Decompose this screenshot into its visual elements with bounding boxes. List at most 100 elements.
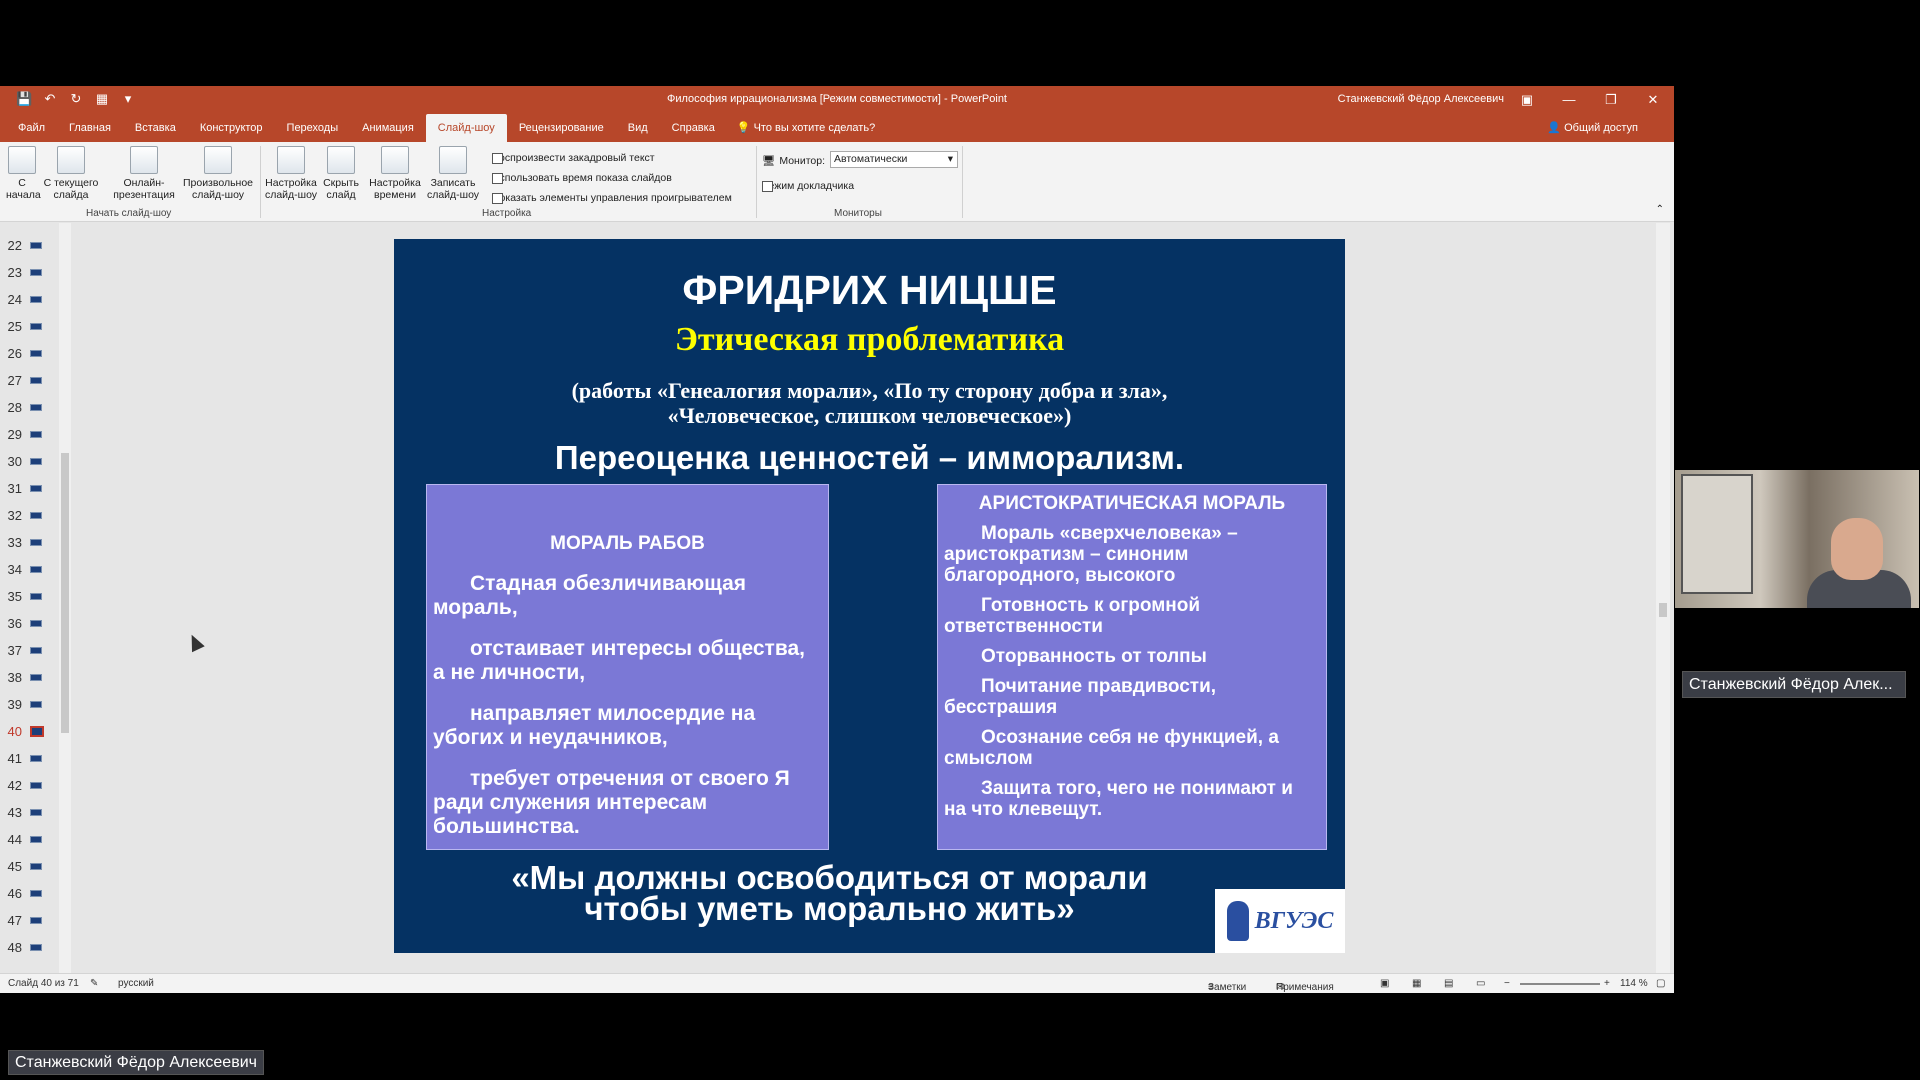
- tab-slideshow[interactable]: Слайд-шоу: [425, 114, 507, 142]
- thumbnail-preview: [30, 566, 42, 573]
- thumbnail-number: 38: [7, 670, 22, 685]
- thumbnail-item[interactable]: 27: [0, 366, 50, 393]
- thumbnail-number: 37: [7, 643, 22, 658]
- thumbnail-item[interactable]: 35: [0, 582, 50, 609]
- hide-slide-button[interactable]: Скрыть слайд: [320, 146, 362, 201]
- thumbnail-preview: [30, 836, 42, 843]
- online-presentation-button[interactable]: Онлайн-презентация: [108, 146, 180, 201]
- tab-transitions[interactable]: Переходы: [275, 114, 351, 142]
- tab-home[interactable]: Главная: [57, 114, 123, 142]
- thumbnail-item[interactable]: 45: [0, 852, 50, 879]
- tab-file[interactable]: Файл: [6, 114, 57, 142]
- reading-view-icon[interactable]: ▤: [1444, 978, 1453, 989]
- thumbnail-item[interactable]: 29: [0, 420, 50, 447]
- list-item: отстаивает интересы общества, а не лично…: [433, 637, 805, 684]
- thumbnail-item[interactable]: 23: [0, 258, 50, 285]
- slide-scrollbar[interactable]: [1656, 223, 1670, 973]
- thumbnail-item[interactable]: 34: [0, 555, 50, 582]
- scrollbar-thumb[interactable]: [1659, 603, 1667, 617]
- logo-emblem-icon: [1226, 901, 1249, 941]
- thumbnail-item[interactable]: 48: [0, 933, 50, 960]
- rehearse-timings-button[interactable]: Настройка времени: [366, 146, 424, 201]
- show-media-controls-checkbox[interactable]: ✓ Показать элементы управления проигрыват…: [492, 192, 732, 204]
- use-timings-checkbox[interactable]: ✓ Использовать время показа слайдов: [492, 172, 672, 184]
- restore-icon[interactable]: ❐: [1590, 86, 1632, 114]
- normal-view-icon[interactable]: ▣: [1380, 978, 1389, 989]
- thumbnail-scrollbar[interactable]: [59, 223, 71, 973]
- zoom-level[interactable]: 114 %: [1620, 978, 1648, 989]
- setup-show-label: Настройка слайд-шоу: [264, 177, 318, 201]
- thumbnail-item[interactable]: 43: [0, 798, 50, 825]
- list-item: Защита того, чего не понимают и на что к…: [944, 778, 1293, 820]
- thumbnail-item[interactable]: 33: [0, 528, 50, 555]
- ribbon-display-icon[interactable]: ▣: [1506, 86, 1548, 114]
- tell-me-search[interactable]: 💡 Что вы хотите сделать?: [727, 114, 875, 142]
- quote-line-1: «Мы должны освободиться от морали: [511, 859, 1148, 896]
- monitor-value: Автоматически: [834, 153, 908, 165]
- tab-animations[interactable]: Анимация: [350, 114, 426, 142]
- presenter-view-checkbox[interactable]: ✓ Режим докладчика: [762, 180, 854, 192]
- zoom-out-icon[interactable]: −: [1504, 978, 1510, 989]
- thumbnail-item[interactable]: 44: [0, 825, 50, 852]
- person-icon: 👤: [1547, 122, 1562, 134]
- thumbnail-item[interactable]: 40: [0, 717, 50, 744]
- thumbnail-item[interactable]: 22: [0, 231, 50, 258]
- thumbnail-item[interactable]: 26: [0, 339, 50, 366]
- thumbnail-number: 26: [7, 346, 22, 361]
- ribbon-separator: [756, 146, 757, 218]
- thumbnail-item[interactable]: 36: [0, 609, 50, 636]
- checkbox-checked-icon: ✓: [492, 172, 503, 184]
- signed-in-user[interactable]: Станжевский Фёдор Алексеевич: [1338, 93, 1504, 105]
- custom-show-button[interactable]: Произвольное слайд-шоу: [180, 146, 256, 201]
- tab-insert[interactable]: Вставка: [123, 114, 188, 142]
- from-beginning-button[interactable]: С начала: [6, 146, 41, 201]
- slide-works: (работы «Генеалогия морали», «По ту стор…: [394, 378, 1345, 428]
- tab-help[interactable]: Справка: [660, 114, 727, 142]
- thumbnail-preview: [30, 809, 42, 816]
- spellcheck-icon[interactable]: ✎: [90, 978, 98, 989]
- list-item: Осознание себя не функцией, а смыслом: [944, 727, 1279, 769]
- thumbnail-item[interactable]: 41: [0, 744, 50, 771]
- thumbnail-item[interactable]: 24: [0, 285, 50, 312]
- collapse-ribbon-icon[interactable]: ⌃: [1656, 204, 1664, 215]
- slide-sorter-icon[interactable]: ▦: [1412, 978, 1421, 989]
- record-show-button[interactable]: Записать слайд-шоу: [424, 146, 482, 201]
- ribbon: С начала С текущего слайда Онлайн-презен…: [0, 142, 1674, 222]
- thumbnail-item[interactable]: 32: [0, 501, 50, 528]
- zoom-slider[interactable]: [1520, 983, 1600, 985]
- thumbnail-item[interactable]: 46: [0, 879, 50, 906]
- tab-view[interactable]: Вид: [616, 114, 660, 142]
- thumbnail-item[interactable]: 42: [0, 771, 50, 798]
- thumbnail-item[interactable]: 28: [0, 393, 50, 420]
- thumbnail-item[interactable]: 30: [0, 447, 50, 474]
- thumbnail-item[interactable]: 47: [0, 906, 50, 933]
- zoom-in-icon[interactable]: +: [1604, 978, 1610, 989]
- thumbnail-number: 24: [7, 292, 22, 307]
- checkbox-checked-icon: ✓: [492, 192, 503, 204]
- minimize-icon[interactable]: —: [1548, 86, 1590, 114]
- thumbnail-item[interactable]: 25: [0, 312, 50, 339]
- play-narrations-checkbox[interactable]: ✓ Воспроизвести закадровый текст: [492, 152, 655, 164]
- thumbnail-number: 30: [7, 454, 22, 469]
- setup-show-button[interactable]: Настройка слайд-шоу: [264, 146, 318, 201]
- close-icon[interactable]: ✕: [1632, 86, 1674, 114]
- thumbnail-preview: [30, 539, 42, 546]
- scrollbar-thumb[interactable]: [61, 453, 69, 733]
- slide-canvas[interactable]: ФРИДРИХ НИЦШЕ Этическая проблематика (ра…: [394, 239, 1345, 953]
- tab-design[interactable]: Конструктор: [188, 114, 275, 142]
- thumbnail-item[interactable]: 37: [0, 636, 50, 663]
- monitor-dropdown[interactable]: Автоматически ▾: [830, 151, 958, 168]
- thumbnail-item[interactable]: 38: [0, 663, 50, 690]
- from-current-button[interactable]: С текущего слайда: [42, 146, 100, 201]
- share-button[interactable]: 👤 Общий доступ: [1547, 114, 1638, 142]
- rehearse-label: Настройка времени: [369, 177, 421, 201]
- thumbnail-preview: [30, 863, 42, 870]
- language-indicator[interactable]: русский: [118, 978, 154, 989]
- tab-review[interactable]: Рецензирование: [507, 114, 616, 142]
- thumbnail-item[interactable]: 39: [0, 690, 50, 717]
- thumbnail-item[interactable]: 31: [0, 474, 50, 501]
- thumbnail-preview: [30, 944, 42, 951]
- slideshow-view-icon[interactable]: ▭: [1476, 978, 1485, 989]
- thumbnail-number: 35: [7, 589, 22, 604]
- fit-slide-icon[interactable]: ▢: [1656, 978, 1665, 989]
